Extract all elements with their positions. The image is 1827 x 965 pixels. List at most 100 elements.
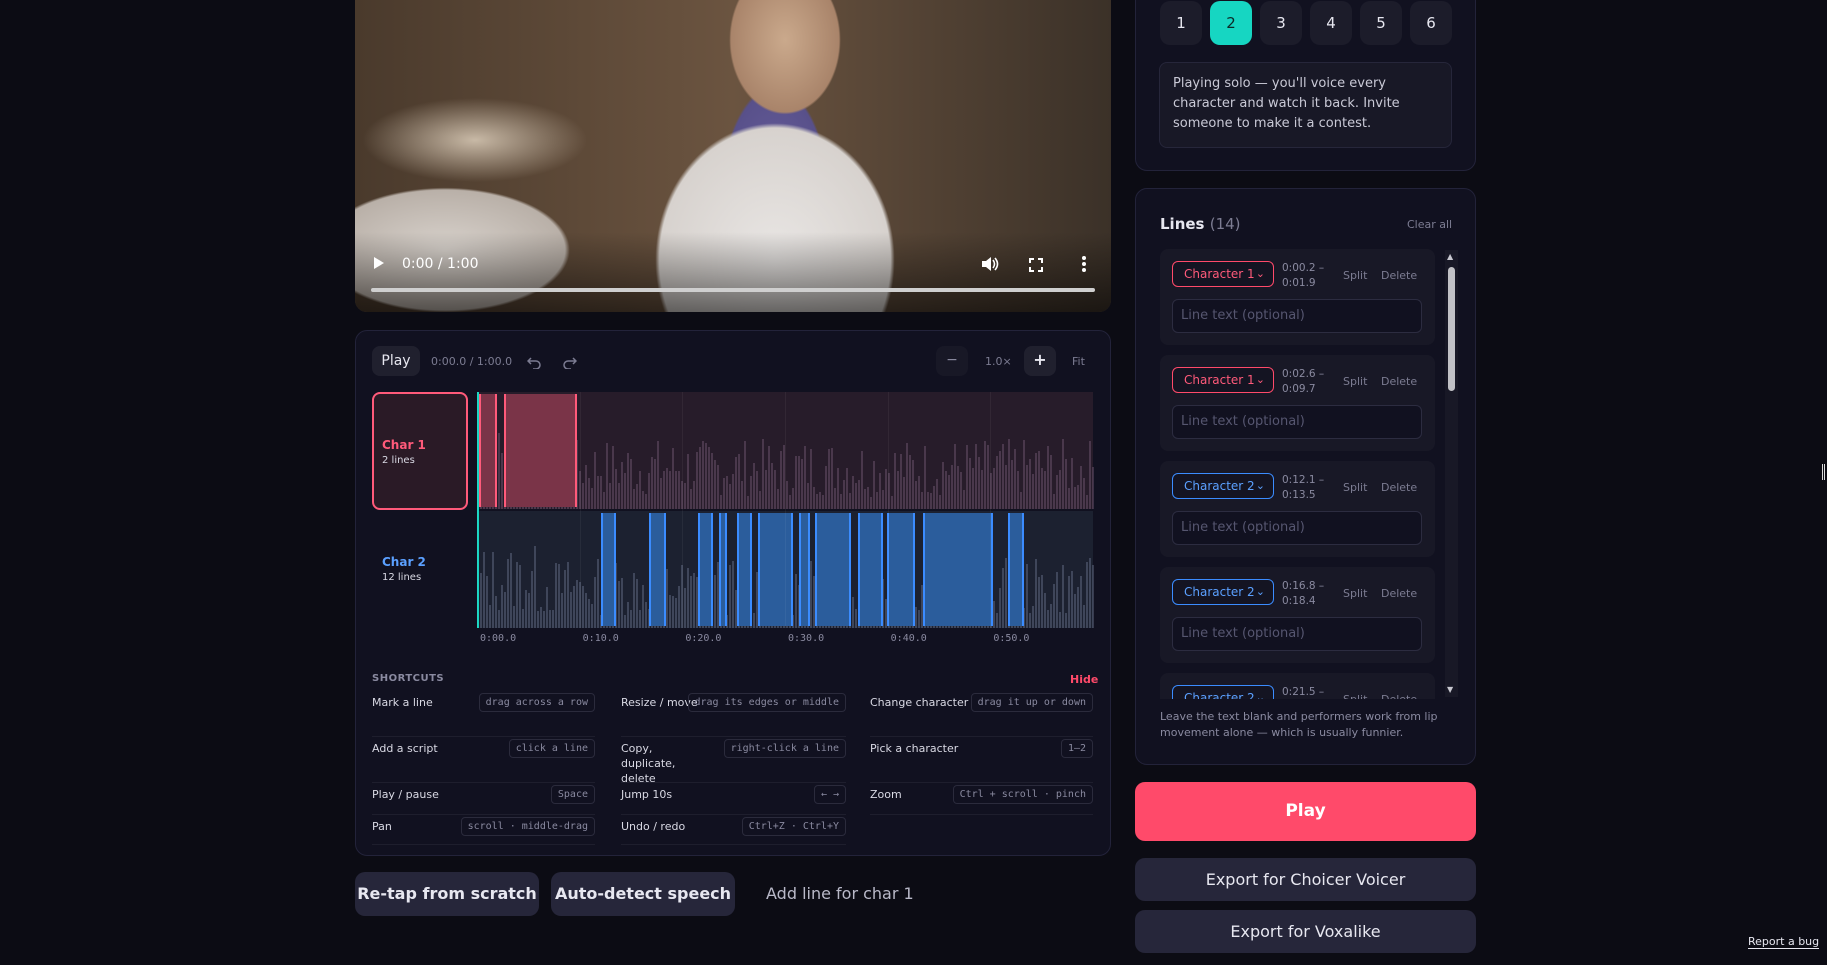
lane-label-char-1[interactable]: Char 1 2 lines	[372, 392, 468, 510]
shortcut-label: Mark a line	[372, 696, 433, 709]
retap-button[interactable]: Re-tap from scratch	[355, 872, 539, 916]
export-choicer-voicer-button[interactable]: Export for Choicer Voicer	[1135, 858, 1476, 901]
delete-button[interactable]: Delete	[1381, 269, 1417, 282]
report-bug-link[interactable]: Report a bug	[1748, 935, 1820, 949]
fit-button[interactable]: Fit	[1072, 355, 1085, 368]
line-text-input[interactable]: Line text (optional)	[1172, 405, 1422, 439]
lane-label-char-2[interactable]: Char 2 12 lines	[372, 511, 468, 629]
delete-button[interactable]: Delete	[1381, 693, 1417, 699]
split-button[interactable]: Split	[1343, 481, 1367, 494]
waveform-bar	[1056, 572, 1058, 628]
character-select[interactable]: Character 2 ⌄	[1172, 685, 1274, 699]
line-text-input[interactable]: Line text (optional)	[1172, 617, 1422, 651]
more-options-icon[interactable]	[1082, 256, 1086, 276]
line-item: Character 2 ⌄ 0:12.1 – 0:13.5 Split Delete Lin…	[1160, 461, 1435, 557]
waveform-bar	[561, 592, 563, 628]
player-count-5[interactable]: 5	[1360, 1, 1402, 45]
character-select[interactable]: Character 2 ⌄	[1172, 473, 1274, 499]
shortcut-key: scroll · middle-drag	[460, 817, 595, 836]
waveform-bar	[1086, 495, 1088, 509]
shortcut-key: drag across a row	[478, 693, 595, 712]
delete-button[interactable]: Delete	[1381, 587, 1417, 600]
auto-detect-button[interactable]: Auto-detect speech	[551, 872, 735, 916]
player-count-6[interactable]: 6	[1410, 1, 1452, 45]
add-line-button[interactable]: Add line for char 1	[766, 884, 914, 903]
char-2-line-segment[interactable]	[799, 513, 810, 626]
waveform-bar	[693, 481, 695, 509]
fullscreen-icon[interactable]	[1029, 257, 1043, 276]
waveform-bar	[933, 485, 935, 509]
shortcut-label: Copy, duplicate, delete	[621, 742, 676, 785]
timeline-tick-label: 0:40.0	[890, 633, 927, 644]
waveform-bar	[585, 592, 587, 628]
scroll-down-icon[interactable]: ▼	[1447, 685, 1453, 694]
shortcut-row: Jump 10s ← →	[621, 783, 846, 815]
waveform-bar	[1041, 574, 1043, 628]
waveform-bar	[843, 480, 845, 509]
player-count-1[interactable]: 1	[1160, 1, 1202, 45]
redo-icon[interactable]	[563, 354, 578, 373]
character-select[interactable]: Character 1 ⌄	[1172, 261, 1274, 287]
waveform-bar	[1086, 561, 1088, 628]
delete-button[interactable]: Delete	[1381, 375, 1417, 388]
waveform-bar	[744, 441, 746, 509]
solo-note: Playing solo — you'll voice every charac…	[1159, 62, 1452, 148]
waveform-bar	[753, 612, 755, 628]
char-2-line-segment[interactable]	[886, 513, 916, 626]
character-select[interactable]: Character 1 ⌄	[1172, 367, 1274, 393]
char-2-line-segment[interactable]	[1007, 513, 1025, 626]
waveform-bar	[789, 495, 791, 509]
delete-button[interactable]: Delete	[1381, 481, 1417, 494]
scrollbar-thumb[interactable]	[1448, 267, 1455, 391]
waveform-bar	[801, 458, 803, 509]
timeline-play-button[interactable]: Play	[372, 346, 420, 376]
split-button[interactable]: Split	[1343, 693, 1367, 699]
char-2-line-segment[interactable]	[857, 513, 883, 626]
scroll-up-icon[interactable]: ▲	[1447, 252, 1453, 261]
lines-scrollbar[interactable]: ▲ ▼	[1445, 250, 1458, 697]
player-count-3[interactable]: 3	[1260, 1, 1302, 45]
undo-icon[interactable]	[526, 354, 541, 373]
lines-card: Lines (14) Clear all Character 1 ⌄ 0:00.2 …	[1135, 188, 1476, 765]
waveform-bar	[684, 587, 686, 628]
char-2-line-segment[interactable]	[922, 513, 994, 626]
character-select[interactable]: Character 2 ⌄	[1172, 579, 1274, 605]
char-2-line-segment[interactable]	[758, 513, 794, 626]
video-seek-bar[interactable]	[371, 288, 1095, 292]
char-2-line-segment[interactable]	[697, 513, 714, 626]
waveform-bar	[504, 592, 506, 628]
waveform-bar	[1089, 441, 1091, 509]
play-button[interactable]: Play	[1135, 782, 1476, 841]
waveform-bar	[708, 446, 710, 509]
char-2-line-segment[interactable]	[814, 513, 851, 626]
player-count-2[interactable]: 2	[1210, 1, 1252, 45]
line-text-input[interactable]: Line text (optional)	[1172, 511, 1422, 545]
zoom-in-button[interactable]: +	[1024, 346, 1056, 376]
waveform-bar	[861, 450, 863, 509]
split-button[interactable]: Split	[1343, 375, 1367, 388]
shortcut-key: Ctrl+Z · Ctrl+Y	[741, 817, 846, 836]
char-2-line-segment[interactable]	[719, 513, 728, 626]
char-1-line-segment[interactable]	[503, 394, 577, 507]
zoom-out-button[interactable]: −	[936, 346, 968, 376]
player-count-4[interactable]: 4	[1310, 1, 1352, 45]
waveform-bar	[807, 483, 809, 509]
hide-shortcuts-link[interactable]: Hide	[1070, 673, 1098, 686]
char-2-line-segment[interactable]	[736, 513, 753, 626]
waveform-bar	[921, 492, 923, 509]
video-player[interactable]: 0:00 / 1:00	[355, 0, 1111, 312]
export-voxalike-button[interactable]: Export for Voxalike	[1135, 910, 1476, 953]
volume-icon[interactable]	[981, 256, 999, 276]
waveform-bar	[1017, 471, 1019, 509]
waveform-bar	[795, 455, 797, 509]
waveform-bar	[1071, 570, 1073, 628]
char-1-line-segment[interactable]	[479, 394, 497, 507]
char-2-line-segment[interactable]	[649, 513, 666, 626]
char-2-line-segment[interactable]	[601, 513, 616, 626]
split-button[interactable]: Split	[1343, 269, 1367, 282]
line-text-input[interactable]: Line text (optional)	[1172, 299, 1422, 333]
waveform-bar	[525, 590, 527, 628]
clear-all-button[interactable]: Clear all	[1407, 218, 1452, 231]
play-icon[interactable]	[373, 256, 387, 272]
split-button[interactable]: Split	[1343, 587, 1367, 600]
